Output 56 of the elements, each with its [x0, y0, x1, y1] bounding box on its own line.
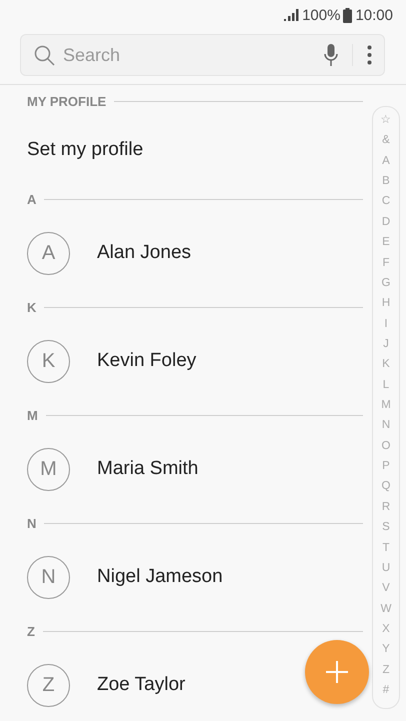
- section-header: Z: [27, 624, 35, 638]
- index-letter[interactable]: X: [382, 618, 390, 640]
- index-letter[interactable]: &: [382, 130, 390, 151]
- index-letter[interactable]: N: [382, 415, 390, 436]
- index-letter[interactable]: U: [382, 558, 390, 578]
- index-letter[interactable]: D: [382, 212, 390, 232]
- section-header: A: [27, 192, 36, 206]
- index-letter[interactable]: K: [382, 354, 390, 375]
- contact-avatar: M: [27, 448, 70, 490]
- section-header: N: [27, 516, 36, 530]
- section-header: K: [27, 300, 36, 314]
- index-letter[interactable]: O: [382, 436, 390, 456]
- index-letter[interactable]: E: [382, 232, 390, 253]
- index-letter[interactable]: J: [383, 334, 389, 354]
- contact-name[interactable]: Maria Smith: [97, 458, 198, 480]
- index-letter[interactable]: T: [382, 538, 390, 558]
- section-header: M: [27, 408, 38, 422]
- index-letter[interactable]: #: [382, 680, 390, 700]
- index-letter[interactable]: I: [384, 314, 388, 334]
- clock-time: 10:00: [355, 6, 393, 24]
- index-letter[interactable]: P: [382, 456, 390, 476]
- index-letter[interactable]: F: [382, 252, 390, 273]
- index-letter[interactable]: Y: [382, 639, 390, 660]
- index-letter[interactable]: W: [380, 598, 392, 619]
- index-letter[interactable]: B: [382, 171, 390, 192]
- search-icon: [34, 44, 55, 66]
- index-letter[interactable]: G: [382, 272, 390, 294]
- index-letter[interactable]: V: [382, 578, 390, 599]
- search-bar[interactable]: Search: [20, 34, 385, 76]
- search-field[interactable]: Search: [61, 44, 318, 66]
- index-letter[interactable]: A: [382, 150, 390, 172]
- index-letter[interactable]: R: [382, 496, 390, 518]
- battery-icon: [343, 8, 352, 22]
- index-letter[interactable]: Q: [382, 476, 390, 497]
- index-letter[interactable]: C: [382, 191, 390, 212]
- index-letter[interactable]: ☆: [380, 110, 392, 130]
- contact-name[interactable]: Alan Jones: [97, 242, 192, 264]
- more-options-icon[interactable]: [367, 45, 372, 65]
- contact-avatar: Z: [27, 664, 70, 706]
- section-header: MY PROFILE: [27, 94, 106, 108]
- index-letter[interactable]: M: [381, 395, 391, 416]
- contact-avatar: N: [27, 556, 70, 598]
- contact-name[interactable]: Zoe Taylor: [97, 674, 186, 696]
- index-letter[interactable]: S: [382, 517, 390, 538]
- contact-avatar: A: [27, 232, 70, 274]
- contact-name[interactable]: Kevin Foley: [97, 350, 196, 372]
- index-letter[interactable]: H: [382, 293, 390, 314]
- plus-icon: [326, 661, 348, 683]
- index-letter[interactable]: Z: [382, 660, 390, 680]
- contact-avatar: K: [27, 340, 70, 382]
- signal-icon: [284, 9, 300, 21]
- profile-label[interactable]: Set my profile: [27, 139, 144, 161]
- battery-percent: 100%: [302, 6, 340, 24]
- index-letter[interactable]: L: [382, 374, 390, 396]
- microphone-icon[interactable]: [324, 44, 338, 66]
- contact-name[interactable]: Nigel Jameson: [97, 566, 223, 588]
